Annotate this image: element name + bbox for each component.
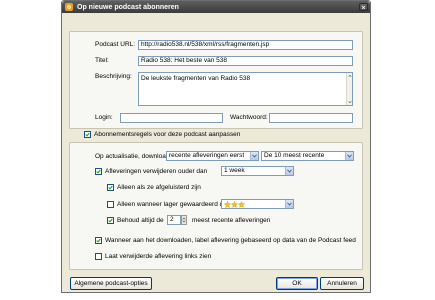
dropdown-button[interactable] — [285, 200, 293, 208]
ok-button[interactable]: OK — [276, 277, 318, 290]
rating-stars — [224, 201, 245, 208]
update-label: Op actualisatie, download — [95, 153, 170, 160]
check-icon — [85, 132, 90, 137]
star-icon — [224, 201, 231, 208]
title-bar: Op nieuwe podcast abonneren — [62, 1, 370, 13]
close-icon — [361, 5, 366, 9]
keep-count-field[interactable]: 2 — [167, 215, 181, 225]
update-order-value: recente afleveringen eerst — [169, 152, 245, 159]
dropdown-button[interactable] — [250, 152, 258, 160]
keep-count-spinner[interactable] — [181, 215, 187, 225]
login-field[interactable] — [120, 113, 223, 123]
scroll-up-icon[interactable] — [348, 74, 352, 78]
only-listened-checkbox[interactable] — [107, 184, 114, 191]
episode-count-select[interactable]: De 10 meest recente — [261, 151, 354, 161]
chevron-down-icon — [287, 202, 292, 206]
rating-select[interactable] — [221, 199, 294, 209]
description-label: Beschrijving: — [95, 73, 132, 80]
check-icon — [108, 218, 113, 223]
title-label: Titel: — [95, 57, 109, 64]
url-field[interactable]: http://radio538.nl/538/xml/rss/fragmente… — [138, 40, 353, 50]
rules-group: Op actualisatie, download recente afleve… — [69, 142, 363, 270]
window-title: Op nieuwe podcast abonneren — [77, 3, 179, 11]
only-lower-rated-checkbox[interactable] — [107, 201, 114, 208]
description-text: De leukste fragmenten van Radio 538 — [141, 75, 251, 82]
spinner-arrows-icon — [182, 217, 186, 223]
dropdown-button[interactable] — [345, 152, 353, 160]
label-download-checkbox[interactable] — [95, 237, 102, 244]
url-label: Podcast URL: — [95, 41, 136, 48]
only-lower-rated-label: Alleen wanneer lager gewaardeerd dan — [117, 201, 231, 208]
check-icon — [96, 169, 101, 174]
scroll-down-icon[interactable] — [348, 100, 352, 104]
password-label: Wachtwoord: — [230, 114, 268, 121]
keep-recent-label: Behoud altijd de — [117, 217, 164, 224]
delete-older-value: 1 week — [224, 167, 245, 174]
login-label: Login: — [95, 114, 113, 121]
title-field[interactable]: Radio 538: Het beste van 538 — [138, 56, 353, 66]
delete-older-checkbox[interactable] — [95, 168, 102, 175]
check-icon — [96, 238, 101, 243]
chevron-down-icon — [287, 169, 292, 173]
star-icon — [231, 201, 238, 208]
custom-rules-checkbox[interactable] — [84, 131, 91, 138]
description-field[interactable]: De leukste fragmenten van Radio 538 — [138, 72, 353, 106]
dropdown-button[interactable] — [285, 167, 293, 175]
password-field[interactable] — [269, 113, 353, 123]
star-icon — [238, 201, 245, 208]
only-listened-label: Alleen als ze afgeluisterd zijn — [117, 184, 201, 191]
chevron-down-icon — [347, 154, 352, 158]
podcast-app-icon — [65, 3, 73, 11]
subscribe-dialog: Op nieuwe podcast abonneren Podcast URL:… — [61, 0, 371, 293]
custom-rules-label: Abonnementsregels voor deze podcast aanp… — [94, 131, 241, 138]
update-order-select[interactable]: recente afleveringen eerst — [166, 151, 259, 161]
check-icon — [108, 185, 113, 190]
keep-recent-checkbox[interactable] — [107, 217, 114, 224]
close-button[interactable] — [359, 3, 368, 11]
keep-recent-suffix: meest recente afleveringen — [192, 217, 271, 224]
cancel-button[interactable]: Annuleren — [320, 277, 364, 290]
label-download-label: Wanneer aan het downloaden, label afleve… — [105, 237, 356, 244]
podcast-details-group: Podcast URL: http://radio538.nl/538/xml/… — [69, 31, 363, 129]
show-deleted-label: Laat verwijderde aflevering links zien — [105, 253, 212, 260]
description-scrollbar[interactable] — [346, 73, 352, 105]
show-deleted-checkbox[interactable] — [95, 253, 102, 260]
delete-older-label: Afleveringen verwijderen ouder dan — [105, 168, 208, 175]
chevron-down-icon — [252, 154, 257, 158]
episode-count-value: De 10 meest recente — [264, 152, 325, 159]
general-options-button[interactable]: Algemene podcast-opties — [70, 277, 152, 290]
delete-older-select[interactable]: 1 week — [221, 166, 294, 176]
